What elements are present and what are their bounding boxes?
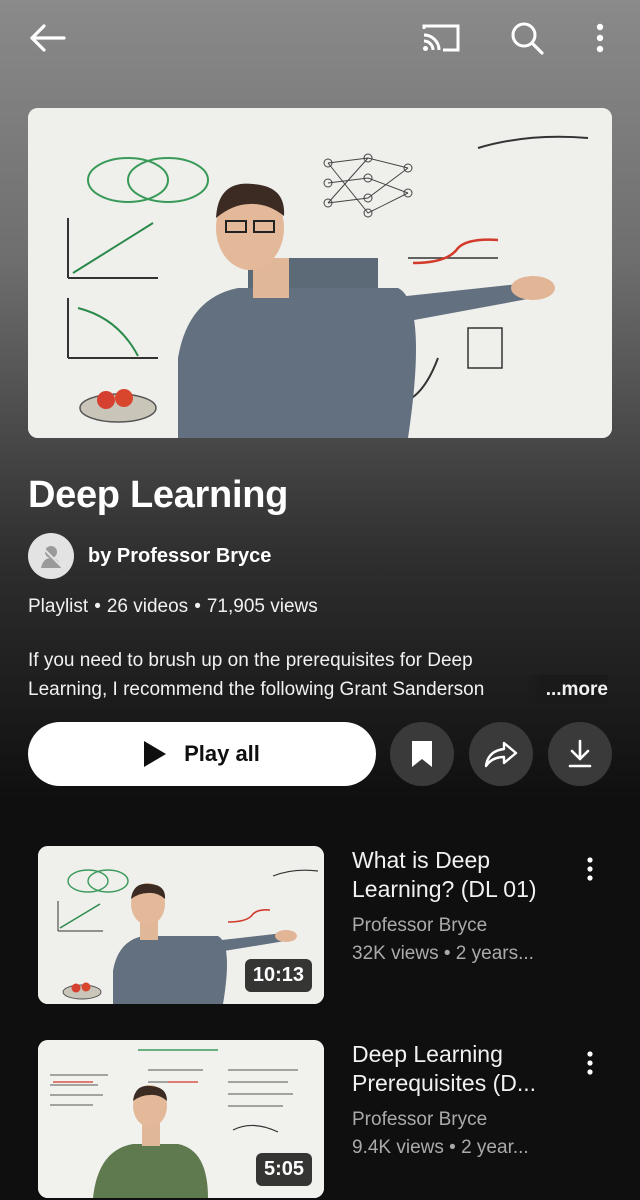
download-button[interactable] [548, 722, 612, 786]
separator-dot: • [194, 596, 201, 617]
avatar[interactable] [28, 533, 74, 579]
video-duration: 10:13 [244, 959, 312, 992]
playlist-title: Deep Learning [28, 474, 289, 516]
video-title-line: Deep Learning [352, 1041, 503, 1067]
video-title-line: Prerequisites (D... [352, 1070, 537, 1096]
description-line-2: Learning, I recommend the following Gran… [28, 675, 612, 704]
cast-button[interactable] [418, 16, 464, 60]
playlist-description[interactable]: If you need to brush up on the prerequis… [28, 646, 612, 704]
playlist-thumbnail[interactable] [28, 108, 612, 438]
more-vertical-icon [587, 1051, 593, 1075]
whiteboard-lecture-image [28, 108, 612, 438]
playlist-video-item[interactable]: 5:05 Deep Learning Prerequisites (D... P… [38, 1040, 612, 1198]
owner-name[interactable]: by Professor Bryce [88, 545, 271, 568]
playlist-meta: Playlist • 26 videos • 71,905 views [28, 596, 318, 618]
search-button[interactable] [504, 16, 550, 60]
video-count: 26 videos [106, 596, 189, 617]
search-icon [511, 22, 544, 55]
video-stats: 32K views • 2 years... [352, 943, 534, 964]
play-all-label: Play all [184, 741, 260, 766]
more-options-button[interactable] [584, 16, 616, 60]
default-avatar-icon [38, 543, 64, 569]
more-vertical-icon [587, 857, 593, 881]
back-button[interactable] [26, 18, 70, 58]
video-title[interactable]: Deep Learning Prerequisites (D... [352, 1040, 572, 1098]
video-more-button[interactable] [578, 1046, 602, 1080]
share-icon [484, 741, 518, 768]
video-info[interactable]: Deep Learning Prerequisites (D... Profes… [352, 1040, 572, 1162]
more-link[interactable]: ...more [523, 675, 608, 704]
separator-dot: • [94, 596, 101, 617]
video-channel: Professor Bryce [352, 915, 488, 936]
playlist-type: Playlist [28, 596, 89, 617]
description-line: Learning, I recommend the following Gran… [28, 679, 485, 700]
cast-icon [422, 24, 460, 52]
save-playlist-button[interactable] [390, 722, 454, 786]
video-channel: Professor Bryce [352, 1109, 488, 1130]
video-thumbnail[interactable]: 5:05 [38, 1040, 324, 1198]
video-more-button[interactable] [578, 852, 602, 886]
video-stats: 9.4K views • 2 year... [352, 1137, 529, 1158]
share-button[interactable] [469, 722, 533, 786]
video-title-line: What is Deep [352, 847, 491, 873]
action-bar: Play all [28, 722, 612, 786]
more-vertical-icon [596, 23, 604, 53]
bookmark-icon [412, 741, 432, 767]
video-thumbnail[interactable]: 10:13 [38, 846, 324, 1004]
play-all-button[interactable]: Play all [28, 722, 376, 786]
download-icon [568, 739, 592, 768]
play-icon [144, 741, 167, 767]
view-count: 71,905 views [206, 596, 318, 617]
arrow-left-icon [30, 24, 66, 52]
video-info[interactable]: What is Deep Learning? (DL 01) Professor… [352, 846, 572, 968]
video-title-line: Learning? (DL 01) [352, 876, 537, 902]
top-app-bar [0, 0, 640, 76]
playlist-video-item[interactable]: 10:13 What is Deep Learning? (DL 01) Pro… [38, 846, 612, 1004]
owner-row[interactable]: by Professor Bryce [28, 532, 271, 580]
video-title[interactable]: What is Deep Learning? (DL 01) [352, 846, 572, 904]
video-duration: 5:05 [255, 1153, 312, 1186]
description-line: If you need to brush up on the prerequis… [28, 650, 473, 671]
